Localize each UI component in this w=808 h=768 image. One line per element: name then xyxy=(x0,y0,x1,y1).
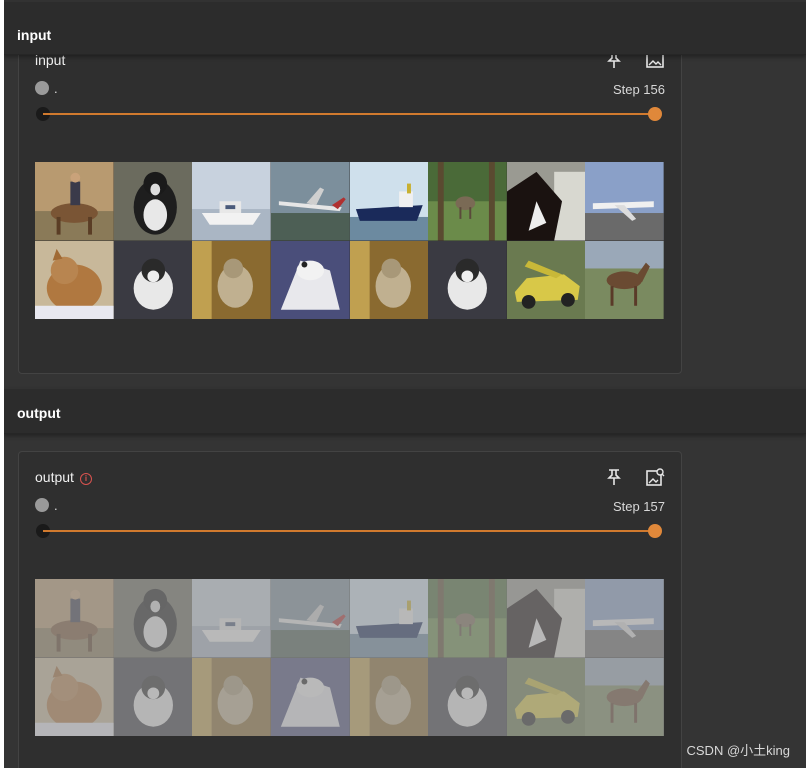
section-header-output[interactable]: output xyxy=(4,389,806,434)
image-tile-cat[interactable] xyxy=(192,657,271,736)
image-tile-cat[interactable] xyxy=(349,657,429,736)
image-tile-cat[interactable] xyxy=(349,240,429,319)
image-tile-horse-rider[interactable] xyxy=(35,162,114,241)
csdn-watermark: CSDN @小土king xyxy=(686,743,791,758)
image-tile-cat[interactable] xyxy=(35,657,114,736)
step-slider-thumb[interactable] xyxy=(648,524,662,538)
image-tile-deer[interactable] xyxy=(428,579,507,658)
image-tile-airplane[interactable] xyxy=(585,162,664,241)
image-tile-car[interactable] xyxy=(506,657,586,736)
image-search-icon[interactable] xyxy=(644,466,666,488)
tensorboard-images-panel: input input . Step 156 output output i .… xyxy=(4,0,806,768)
image-tile-boat[interactable] xyxy=(192,162,271,241)
step-slider-track[interactable] xyxy=(43,113,655,115)
image-tile-horse[interactable] xyxy=(506,162,586,241)
image-tile-airplane[interactable] xyxy=(270,162,350,241)
image-tile-horse[interactable] xyxy=(585,657,664,736)
section-header-input[interactable]: input xyxy=(4,2,806,55)
image-tile-horse[interactable] xyxy=(585,240,664,319)
run-label: . xyxy=(54,81,58,96)
image-card-output: output i . Step 157 xyxy=(18,451,682,768)
step-slider-thumb[interactable] xyxy=(648,107,662,121)
step-label: Step 156 xyxy=(612,82,665,97)
image-tile-boat[interactable] xyxy=(192,579,271,658)
info-icon[interactable]: i xyxy=(79,473,92,485)
card-title-text: output xyxy=(35,469,74,485)
image-tile-frog[interactable] xyxy=(270,240,350,319)
image-tile-cat[interactable] xyxy=(35,240,114,319)
image-tile-ship[interactable] xyxy=(349,579,429,658)
step-label: Step 157 xyxy=(612,499,665,514)
image-tile-dog[interactable] xyxy=(428,657,507,736)
image-tile-dog[interactable] xyxy=(113,579,193,658)
image-tile-dog[interactable] xyxy=(428,240,507,319)
image-grid[interactable] xyxy=(35,162,664,319)
run-label: . xyxy=(54,498,58,513)
image-card-input: input . Step 156 xyxy=(18,40,682,374)
step-slider-track[interactable] xyxy=(43,530,655,532)
run-color-dot xyxy=(35,498,49,512)
image-tile-horse[interactable] xyxy=(506,579,586,658)
image-tile-horse-rider[interactable] xyxy=(35,579,114,658)
image-tile-dog[interactable] xyxy=(113,657,193,736)
image-tile-dog[interactable] xyxy=(113,240,193,319)
image-tile-dog[interactable] xyxy=(113,162,193,241)
image-tile-airplane[interactable] xyxy=(270,579,350,658)
image-tile-airplane[interactable] xyxy=(585,579,664,658)
image-tile-ship[interactable] xyxy=(349,162,429,241)
image-tile-frog[interactable] xyxy=(270,657,350,736)
run-color-dot xyxy=(35,81,49,95)
pin-icon[interactable] xyxy=(603,466,625,488)
card-title: output i xyxy=(35,469,92,485)
image-tile-cat[interactable] xyxy=(192,240,271,319)
image-tile-car[interactable] xyxy=(506,240,586,319)
image-tile-deer[interactable] xyxy=(428,162,507,241)
image-grid[interactable] xyxy=(35,579,664,736)
section-header-label: input xyxy=(17,27,52,43)
section-header-label: output xyxy=(17,405,61,421)
